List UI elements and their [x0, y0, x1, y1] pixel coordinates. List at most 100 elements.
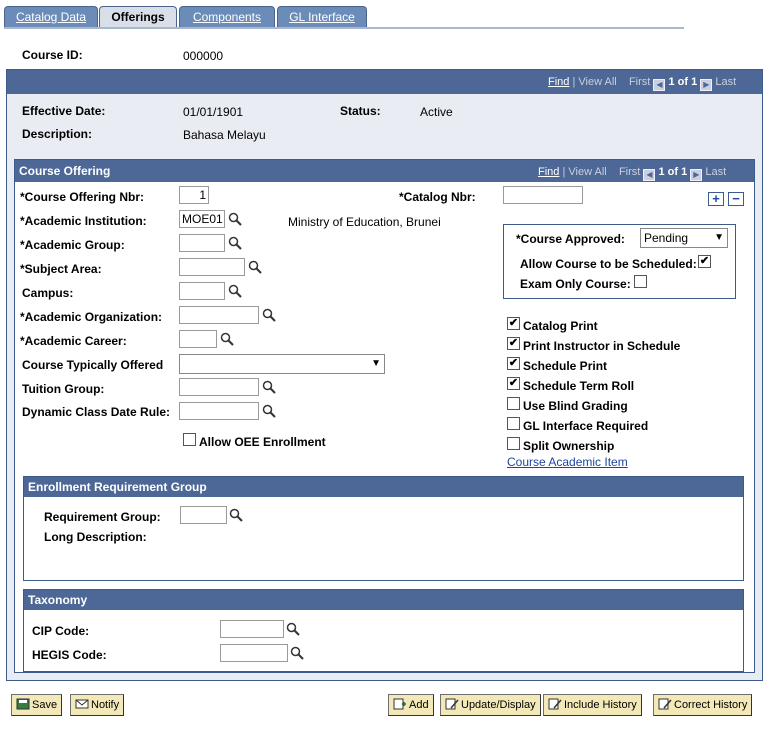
course-approved-label: *Course Approved:	[516, 232, 625, 246]
first-label: First	[618, 166, 641, 178]
academic-career-label: *Academic Career:	[20, 334, 127, 348]
course-approved-select[interactable]: Pending ▼	[640, 228, 728, 248]
lookup-icon[interactable]	[228, 212, 242, 226]
tab-underline	[4, 27, 684, 29]
lookup-icon[interactable]	[228, 284, 242, 298]
view-all-link[interactable]: View All	[578, 76, 616, 88]
include-history-button[interactable]: Include History	[543, 694, 642, 716]
save-label: Save	[32, 699, 58, 711]
last-label: Last	[715, 76, 737, 88]
taxonomy-title: Taxonomy	[24, 590, 743, 610]
offering-row-nav: Find | View All First ◀ 1 of 1 ▶ Last	[538, 166, 727, 181]
notify-label: Notify	[91, 699, 120, 711]
prev-icon[interactable]: ◀	[643, 169, 656, 181]
tab-offerings[interactable]: Offerings	[99, 6, 177, 28]
allow-course-scheduled-label: Allow Course to be Scheduled:	[520, 257, 697, 271]
schedule-term-roll-label: Schedule Term Roll	[523, 379, 635, 393]
academic-organization-label: *Academic Organization:	[20, 310, 163, 324]
catalog-print-label: Catalog Print	[523, 319, 598, 333]
tab-label: GL Interface	[289, 10, 355, 24]
prev-icon[interactable]: ◀	[653, 79, 666, 91]
academic-group-input[interactable]	[179, 234, 225, 252]
course-approved-value: Pending	[644, 231, 689, 245]
allow-oee-enrollment-label: Allow OEE Enrollment	[199, 435, 326, 449]
update-display-button[interactable]: Update/Display	[440, 694, 541, 716]
add-label: Add	[409, 699, 429, 711]
gl-interface-required-label: GL Interface Required	[523, 419, 649, 433]
update-display-label: Update/Display	[461, 699, 536, 711]
split-ownership-checkbox[interactable]	[507, 437, 520, 450]
tab-gl-interface[interactable]: GL Interface	[277, 6, 367, 27]
catalog-print-checkbox[interactable]: ✔	[507, 317, 520, 330]
tab-label: Catalog Data	[15, 10, 87, 24]
long-description-label: Long Description:	[44, 530, 147, 544]
hegis-code-input[interactable]	[220, 644, 288, 662]
effective-date-value: 01/01/1901	[183, 105, 244, 119]
lookup-icon[interactable]	[262, 308, 276, 322]
chevron-down-icon: ▼	[714, 232, 724, 243]
cip-code-input[interactable]	[220, 620, 284, 638]
use-blind-grading-label: Use Blind Grading	[523, 399, 628, 413]
catalog-nbr-input[interactable]	[503, 186, 583, 204]
correct-history-icon	[658, 698, 672, 710]
course-typically-offered-select[interactable]: ▼	[179, 354, 385, 374]
tab-catalog-data[interactable]: Catalog Data	[4, 6, 98, 27]
add-row-button[interactable]: +	[708, 192, 724, 206]
academic-institution-input[interactable]: MOE01	[179, 210, 225, 228]
lookup-icon[interactable]	[229, 508, 243, 522]
gl-interface-required-checkbox[interactable]	[507, 417, 520, 430]
save-button[interactable]: Save	[11, 694, 63, 716]
notify-button[interactable]: Notify	[70, 694, 125, 716]
lookup-icon[interactable]	[228, 236, 242, 250]
lookup-icon[interactable]	[290, 646, 304, 660]
lookup-icon[interactable]	[248, 260, 262, 274]
print-instructor-checkbox[interactable]: ✔	[507, 337, 520, 350]
course-academic-item-link[interactable]: Course Academic Item	[507, 455, 628, 469]
course-offering-nbr-input[interactable]: 1	[179, 186, 209, 204]
dynamic-class-date-rule-input[interactable]	[179, 402, 259, 420]
campus-label: Campus:	[22, 286, 74, 300]
main-row-nav: Find | View All First ◀ 1 of 1 ▶ Last	[548, 76, 737, 91]
tab-label: Components	[192, 10, 262, 24]
add-button[interactable]: Add	[388, 694, 434, 716]
delete-row-button[interactable]: −	[728, 192, 744, 206]
next-icon[interactable]: ▶	[700, 79, 713, 91]
use-blind-grading-checkbox[interactable]	[507, 397, 520, 410]
academic-institution-label: *Academic Institution:	[20, 214, 147, 228]
find-link[interactable]: Find	[538, 166, 559, 178]
taxonomy-panel: Taxonomy	[23, 589, 744, 672]
enrollment-requirement-title: Enrollment Requirement Group	[24, 477, 743, 497]
effective-date-label: Effective Date:	[22, 104, 106, 118]
last-label: Last	[705, 166, 727, 178]
subject-area-input[interactable]	[179, 258, 245, 276]
lookup-icon[interactable]	[220, 332, 234, 346]
lookup-icon[interactable]	[262, 380, 276, 394]
academic-career-input[interactable]	[179, 330, 217, 348]
tab-components[interactable]: Components	[179, 6, 275, 27]
allow-oee-enrollment-checkbox[interactable]	[183, 433, 196, 446]
lookup-icon[interactable]	[262, 404, 276, 418]
next-icon[interactable]: ▶	[690, 169, 703, 181]
row-count: 1 of 1	[658, 166, 688, 178]
academic-organization-input[interactable]	[179, 306, 259, 324]
correct-history-label: Correct History	[674, 699, 748, 711]
tuition-group-input[interactable]	[179, 378, 259, 396]
allow-course-scheduled-checkbox[interactable]: ✔	[698, 255, 711, 268]
course-offering-nbr-label: *Course Offering Nbr:	[20, 190, 145, 204]
correct-history-button[interactable]: Correct History	[653, 694, 753, 716]
include-history-label: Include History	[564, 699, 637, 711]
notify-icon	[75, 699, 89, 709]
exam-only-course-checkbox[interactable]	[634, 275, 647, 288]
print-instructor-label: Print Instructor in Schedule	[523, 339, 681, 353]
campus-input[interactable]	[179, 282, 225, 300]
find-link[interactable]: Find	[548, 76, 569, 88]
dynamic-class-date-rule-label: Dynamic Class Date Rule:	[22, 405, 171, 419]
view-all-link[interactable]: View All	[568, 166, 606, 178]
cip-code-label: CIP Code:	[32, 624, 90, 638]
lookup-icon[interactable]	[286, 622, 300, 636]
schedule-print-checkbox[interactable]: ✔	[507, 357, 520, 370]
hegis-code-label: HEGIS Code:	[32, 648, 107, 662]
enrollment-requirement-panel: Enrollment Requirement Group	[23, 476, 744, 581]
schedule-term-roll-checkbox[interactable]: ✔	[507, 377, 520, 390]
requirement-group-input[interactable]	[180, 506, 227, 524]
